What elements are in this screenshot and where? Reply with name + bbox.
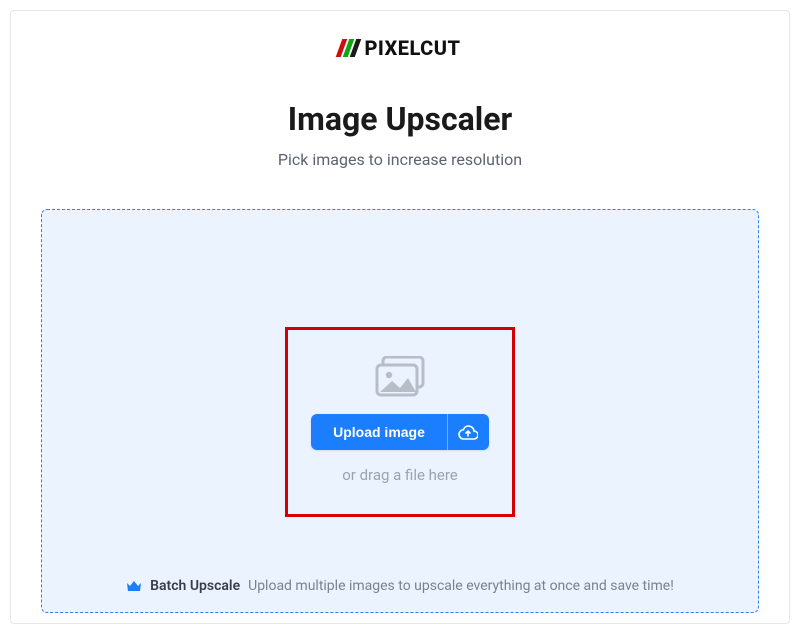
- upload-button-group: Upload image: [311, 414, 489, 450]
- cloud-upload-icon: [458, 424, 478, 440]
- upload-card: Upload image or drag a file here: [285, 327, 515, 517]
- batch-label: Batch Upscale: [150, 578, 240, 594]
- drop-zone[interactable]: Upload image or drag a file here Batch U…: [41, 209, 759, 613]
- batch-description: Upload multiple images to upscale everyt…: [248, 578, 674, 594]
- upload-from-cloud-button[interactable]: [447, 414, 489, 450]
- logo-stripes-icon: [336, 39, 362, 57]
- images-icon: [374, 356, 426, 398]
- page-title: Image Upscaler: [11, 100, 789, 138]
- upload-image-button[interactable]: Upload image: [311, 414, 447, 450]
- drag-file-text: or drag a file here: [342, 466, 458, 484]
- brand-logo: PIXELCUT: [11, 36, 789, 60]
- page-subtitle: Pick images to increase resolution: [11, 150, 789, 169]
- batch-upscale-link[interactable]: Batch Upscale Upload multiple images to …: [42, 578, 758, 594]
- app-frame: PIXELCUT Image Upscaler Pick images to i…: [10, 10, 790, 624]
- crown-icon: [126, 579, 142, 593]
- logo-text: PIXELCUT: [364, 36, 460, 60]
